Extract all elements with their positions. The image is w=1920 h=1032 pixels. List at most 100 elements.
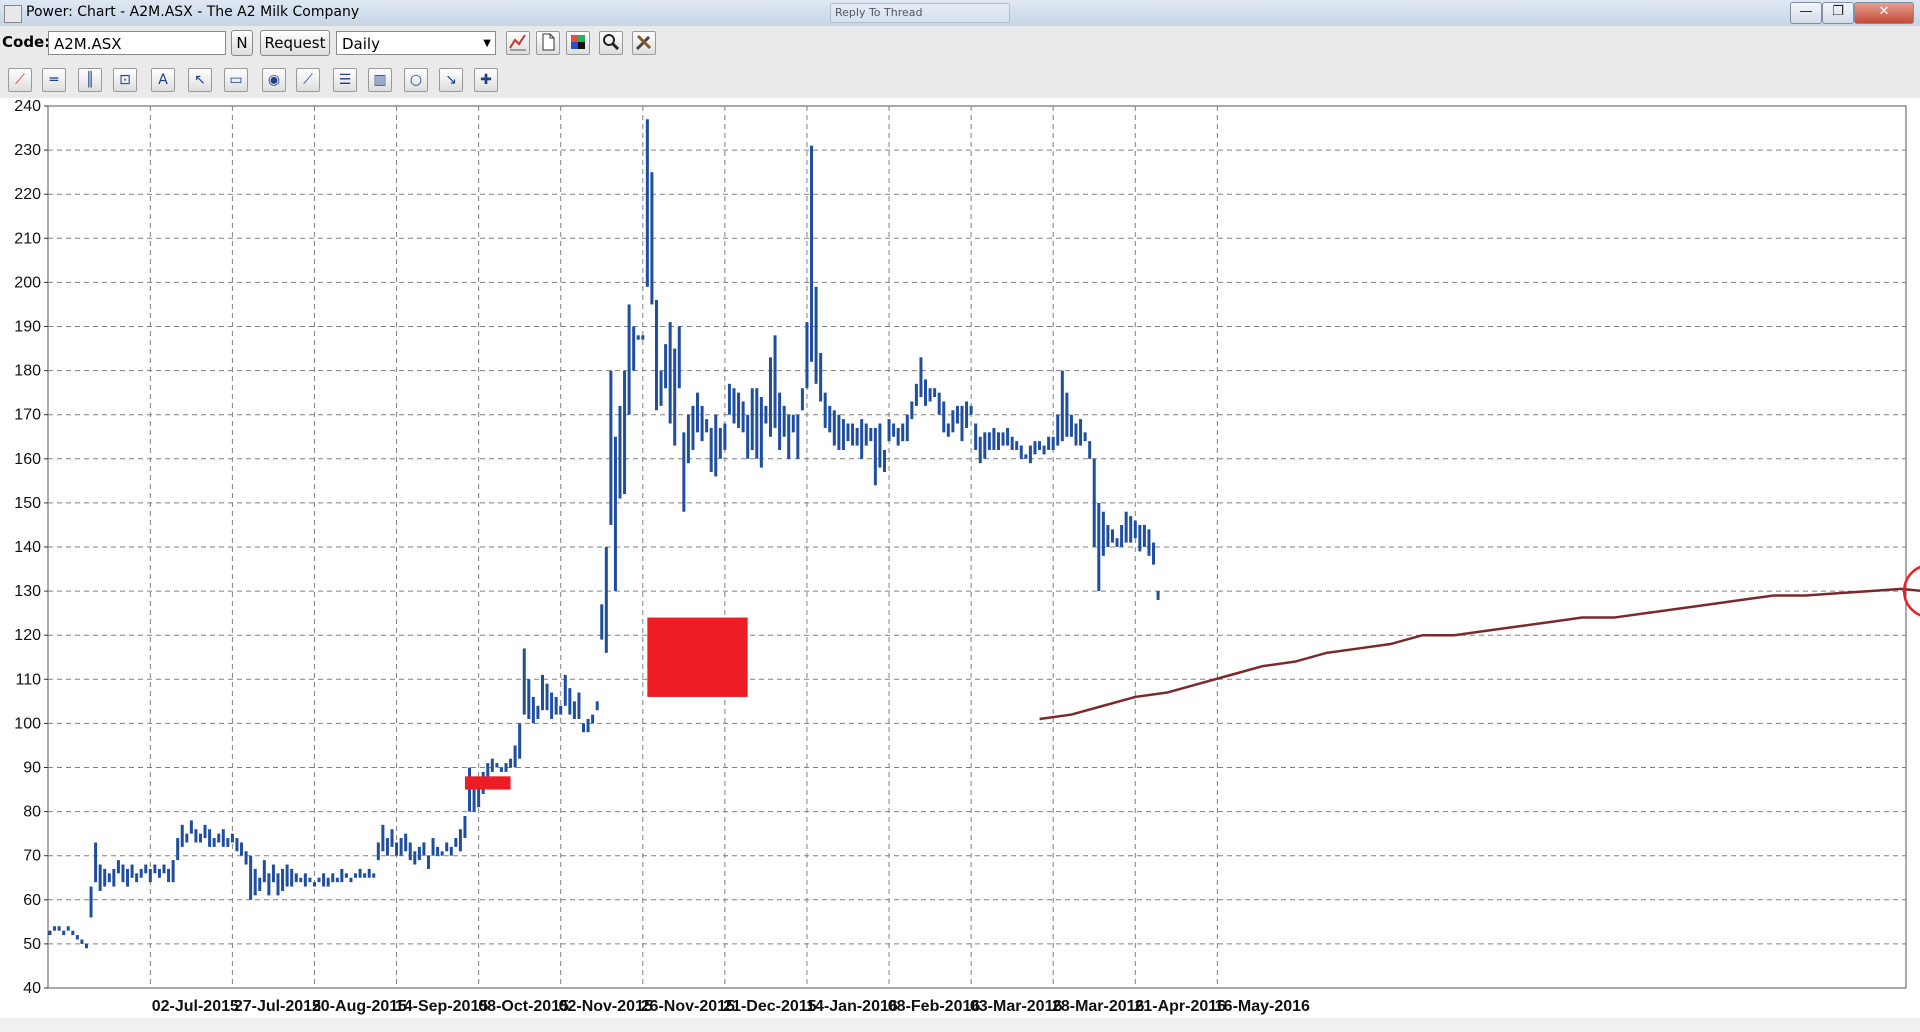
price-bar [709, 427, 713, 473]
pointer-icon[interactable]: ↖ [188, 68, 212, 92]
price-bar [846, 423, 850, 442]
code-input[interactable]: A2M.ASX [48, 31, 226, 55]
price-bar [609, 370, 613, 525]
price-bar [814, 286, 818, 384]
price-bar [1138, 524, 1142, 552]
price-bar [322, 873, 326, 887]
arrow-icon[interactable]: ↘ [439, 68, 463, 92]
x-tick-label: 26-Nov-2015 [641, 998, 735, 1015]
background-tab[interactable]: Reply To Thread [830, 3, 1010, 23]
chart-type-icon[interactable] [506, 31, 530, 55]
tools-icon[interactable] [632, 31, 656, 55]
ellipse-fill-icon[interactable]: ◉ [262, 68, 286, 92]
trend-line-icon[interactable]: ⟋ [8, 68, 32, 92]
price-bar [267, 873, 271, 896]
code-label: Code: [2, 33, 51, 51]
fibonacci-timezones-icon[interactable]: ▥ [368, 68, 392, 92]
price-bar [677, 326, 681, 389]
price-bar [71, 930, 75, 936]
price-bar [308, 877, 312, 883]
price-bar [157, 868, 161, 878]
x-tick-label: 21-Dec-2015 [723, 998, 817, 1015]
price-bar [645, 119, 649, 287]
price-bar [1033, 441, 1037, 455]
minimize-button[interactable]: — [1790, 2, 1822, 24]
y-tick-label: 200 [14, 274, 41, 291]
price-bar [673, 348, 677, 446]
price-bar [445, 842, 449, 852]
price-bar [1065, 392, 1069, 437]
price-bar [249, 855, 253, 900]
chart-area[interactable]: 40 50 60 70 80 90 100 110 120 130 140 150 160 170 180 1… [0, 98, 1920, 1032]
fibonacci-fan-icon[interactable]: ⟋ [296, 68, 320, 92]
price-bar [860, 419, 864, 459]
period-select[interactable]: Daily ▼ [336, 31, 496, 55]
price-bar [385, 838, 389, 856]
price-bar [230, 833, 234, 843]
price-bar [112, 868, 116, 887]
price-bar [84, 943, 88, 949]
horizontal-line-icon[interactable]: ═ [42, 68, 66, 92]
y-tick-label: 220 [14, 186, 41, 203]
n-button[interactable]: N [231, 30, 253, 56]
window-title: Power: Chart - A2M.ASX - The A2 Milk Com… [26, 4, 360, 20]
price-bar [1115, 538, 1119, 547]
price-bar [281, 868, 285, 891]
price-chart[interactable]: 40 50 60 70 80 90 100 110 120 130 140 150 160 170 180 1… [0, 98, 1920, 1032]
price-bar [896, 427, 900, 446]
price-bar [422, 842, 426, 856]
price-bar [595, 701, 599, 711]
box-select-icon[interactable]: ⊡ [113, 68, 137, 92]
price-bar [582, 723, 586, 733]
fibonacci-retracement-icon[interactable]: ☰ [333, 68, 357, 92]
price-bar [924, 379, 928, 406]
maximize-button[interactable]: ❐ [1822, 2, 1854, 24]
price-bar [955, 405, 959, 424]
circle-icon[interactable]: ○ [404, 68, 428, 92]
price-bar [591, 714, 595, 724]
price-bar [303, 873, 307, 887]
price-bar [905, 414, 909, 442]
request-button[interactable]: Request [260, 30, 330, 56]
color-palette-icon[interactable] [566, 31, 590, 55]
price-bar [299, 877, 303, 883]
y-tick-label: 170 [14, 407, 41, 424]
price-bar [705, 419, 709, 433]
price-bar [198, 833, 202, 843]
price-bar [89, 886, 93, 918]
price-bar [1092, 458, 1096, 547]
price-bar [796, 414, 800, 459]
price-bar [773, 335, 777, 428]
y-tick-label: 230 [14, 142, 41, 159]
price-bar [1133, 520, 1137, 539]
price-bar [737, 392, 741, 428]
close-button[interactable]: ✕ [1854, 2, 1914, 24]
price-bar [326, 877, 330, 887]
price-bar [1001, 432, 1005, 446]
price-bar [66, 926, 70, 931]
price-bar [823, 392, 827, 428]
price-bar [440, 851, 444, 856]
price-bar [1152, 542, 1156, 565]
period-select-value: Daily [342, 35, 380, 53]
price-bar [960, 405, 964, 442]
price-bar [1028, 445, 1032, 464]
zoom-icon[interactable] [599, 31, 623, 55]
y-tick-label: 120 [14, 627, 41, 644]
new-page-icon[interactable] [536, 31, 560, 55]
y-tick-label: 80 [23, 804, 41, 821]
price-bar [965, 401, 969, 428]
price-bar [162, 864, 166, 874]
crosshair-icon[interactable]: ✚ [474, 68, 498, 92]
price-bar [1147, 529, 1151, 556]
price-bar [914, 383, 918, 406]
vertical-line-icon[interactable]: ║ [78, 68, 102, 92]
rectangle-icon[interactable]: ▭ [224, 68, 248, 92]
y-tick-label: 60 [23, 892, 41, 909]
price-bar [1051, 436, 1055, 450]
price-bar [499, 767, 503, 772]
y-tick-label: 150 [14, 495, 41, 512]
price-bar [768, 357, 772, 437]
price-bar [718, 427, 722, 459]
text-tool-icon[interactable]: A [151, 68, 175, 92]
